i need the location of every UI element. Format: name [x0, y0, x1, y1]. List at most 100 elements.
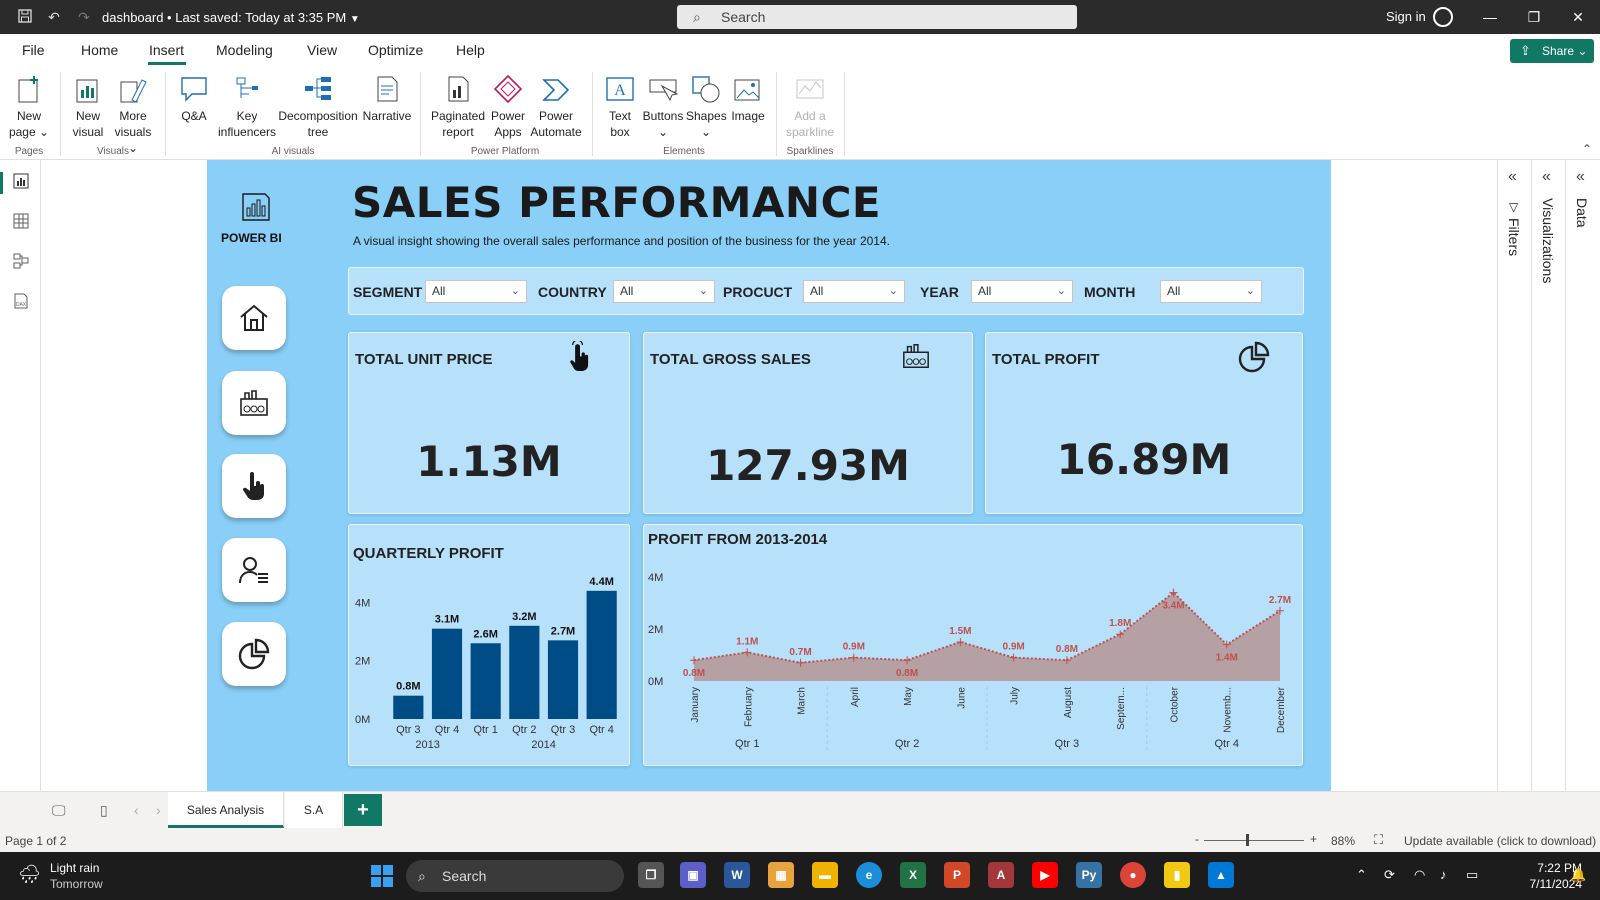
nav-sales-button[interactable]: [222, 371, 286, 435]
title-search-box[interactable]: ⌕ Search: [677, 5, 1077, 29]
expand-filters-icon[interactable]: «: [1508, 168, 1517, 186]
access-icon[interactable]: A: [988, 862, 1014, 888]
nav-profit-button[interactable]: [222, 622, 286, 686]
page-tab-sa[interactable]: S.A: [285, 792, 343, 828]
add-sparkline-button[interactable]: Add a sparkline: [784, 74, 836, 140]
edge-icon[interactable]: e: [856, 862, 882, 888]
powerpoint-icon[interactable]: P: [944, 862, 970, 888]
filters-pane[interactable]: « ▽ Filters: [1497, 160, 1531, 791]
narrative-button[interactable]: Narrative: [360, 74, 414, 124]
zoom-slider-track[interactable]: [1204, 840, 1304, 841]
sign-in-link[interactable]: Sign in: [1386, 9, 1426, 24]
store-icon[interactable]: ▦: [768, 862, 794, 888]
maximize-icon[interactable]: ❐: [1522, 6, 1546, 28]
fit-to-page-icon[interactable]: ⛶: [1374, 832, 1383, 848]
next-page-icon[interactable]: ›: [156, 802, 161, 818]
dax-query-view-icon[interactable]: DAX: [12, 292, 30, 310]
sync-icon[interactable]: ⟳: [1384, 867, 1395, 883]
word-icon[interactable]: W: [724, 862, 750, 888]
key-influencers-button[interactable]: Key influencers: [218, 74, 276, 140]
file-explorer-icon[interactable]: ▬: [812, 862, 838, 888]
share-button[interactable]: ⇪ Share ⌄: [1510, 39, 1594, 63]
month-dropdown[interactable]: All ⌄: [1160, 280, 1262, 303]
nav-customer-button[interactable]: [222, 538, 286, 602]
excel-icon[interactable]: X: [900, 862, 926, 888]
youtube-icon[interactable]: ▶: [1032, 862, 1058, 888]
zoom-slider-thumb[interactable]: [1246, 834, 1249, 846]
expand-visualizations-icon[interactable]: «: [1542, 168, 1551, 186]
more-visuals-button[interactable]: More visuals ⌄: [110, 74, 156, 156]
kpi-card-total-profit[interactable]: TOTAL PROFIT 16.89M: [985, 332, 1303, 514]
tab-help[interactable]: Help: [456, 42, 485, 58]
add-page-button[interactable]: +: [344, 794, 382, 826]
qa-button[interactable]: Q&A: [172, 74, 216, 124]
quarterly-profit-card[interactable]: QUARTERLY PROFIT 0M 2M 4M 0.8M Qtr 3 3.1M Qtr …: [348, 524, 630, 766]
wifi-icon[interactable]: ◠: [1414, 867, 1425, 883]
country-dropdown[interactable]: All ⌄: [613, 280, 715, 303]
chevron-down-icon: ⌄: [510, 285, 520, 297]
tab-home[interactable]: Home: [81, 42, 118, 58]
report-view-icon[interactable]: [12, 172, 30, 190]
zoom-in-button[interactable]: +: [1310, 832, 1317, 846]
desktop-layout-icon[interactable]: 🖵: [52, 802, 66, 819]
update-available-link[interactable]: Update available (click to download): [1404, 834, 1596, 848]
redo-icon[interactable]: ↷: [75, 8, 93, 26]
minimize-icon[interactable]: —: [1478, 6, 1502, 28]
mobile-layout-icon[interactable]: ▯: [100, 802, 108, 819]
nav-home-button[interactable]: [222, 286, 286, 350]
model-view-icon[interactable]: [12, 252, 30, 270]
teams-icon[interactable]: ▣: [680, 862, 706, 888]
shapes-button[interactable]: Shapes ⌄: [686, 74, 727, 140]
profit-trend-card[interactable]: PROFIT FROM 2013-2014 0M 2M 4M 0.8M January 1…: [643, 524, 1303, 766]
zoom-out-button[interactable]: -: [1195, 832, 1199, 846]
tab-optimize[interactable]: Optimize: [368, 42, 423, 58]
volume-icon[interactable]: ♪: [1440, 867, 1447, 882]
document-title[interactable]: dashboard • Last saved: Today at 3:35 PM…: [102, 10, 360, 25]
power-automate-button[interactable]: Power Automate: [530, 74, 582, 140]
collapse-ribbon-icon[interactable]: ⌃: [1582, 142, 1592, 156]
task-view-icon[interactable]: ❐: [638, 862, 664, 888]
battery-icon[interactable]: ▭: [1466, 867, 1478, 883]
image-button[interactable]: Image: [728, 74, 768, 124]
product-dropdown[interactable]: All ⌄: [803, 280, 905, 303]
account-avatar-icon[interactable]: [1433, 7, 1453, 27]
tab-modeling[interactable]: Modeling: [216, 42, 273, 58]
page-tab-sales-analysis[interactable]: Sales Analysis: [168, 792, 284, 828]
chat-bubble-icon: [179, 74, 209, 104]
photos-icon[interactable]: ▲: [1208, 862, 1234, 888]
hand-pointer-icon: [242, 472, 264, 500]
year-dropdown[interactable]: All ⌄: [971, 280, 1073, 303]
paginated-report-button[interactable]: Paginated report: [428, 74, 488, 140]
save-icon[interactable]: [16, 8, 34, 26]
expand-data-icon[interactable]: «: [1576, 168, 1585, 186]
decomposition-tree-button[interactable]: Decomposition tree: [276, 74, 360, 140]
kpi-card-gross-sales[interactable]: TOTAL GROSS SALES 127.93M: [643, 332, 973, 514]
buttons-button[interactable]: Buttons ⌄: [640, 74, 686, 140]
power-bi-taskbar-icon[interactable]: ▮: [1164, 862, 1190, 888]
show-hidden-icons-icon[interactable]: ⌃: [1356, 867, 1367, 883]
kpi-card-unit-price[interactable]: TOTAL UNIT PRICE 1.13M: [348, 332, 630, 514]
segment-dropdown[interactable]: All ⌄: [425, 280, 527, 303]
prev-page-icon[interactable]: ‹: [134, 802, 139, 818]
new-page-button[interactable]: New page ⌄: [8, 74, 50, 140]
tab-insert[interactable]: Insert: [149, 42, 184, 58]
tab-view[interactable]: View: [307, 42, 337, 58]
zoom-level[interactable]: 88%: [1331, 834, 1355, 848]
weather-widget[interactable]: Light rain Tomorrow: [50, 860, 103, 892]
chrome-icon[interactable]: ●: [1120, 862, 1146, 888]
visualizations-pane[interactable]: « Visualizations: [1531, 160, 1565, 791]
taskbar-search-box[interactable]: ⌕ Search: [406, 860, 624, 892]
nav-unit-price-button[interactable]: [222, 454, 286, 518]
text-box-button[interactable]: A Text box: [600, 74, 640, 140]
undo-icon[interactable]: ↶: [45, 8, 63, 26]
close-icon[interactable]: ✕: [1566, 6, 1590, 28]
power-apps-button[interactable]: Power Apps: [488, 74, 528, 140]
new-visual-button[interactable]: New visual: [68, 74, 108, 140]
weather-rain-icon[interactable]: 🌧: [18, 864, 41, 885]
notification-bell-icon[interactable]: 🔔: [1570, 867, 1586, 883]
data-pane[interactable]: « Data: [1565, 160, 1600, 791]
tab-file[interactable]: File: [22, 42, 45, 58]
table-view-icon[interactable]: [12, 212, 30, 230]
python-icon[interactable]: Py: [1076, 862, 1102, 888]
windows-start-icon[interactable]: [370, 864, 394, 888]
